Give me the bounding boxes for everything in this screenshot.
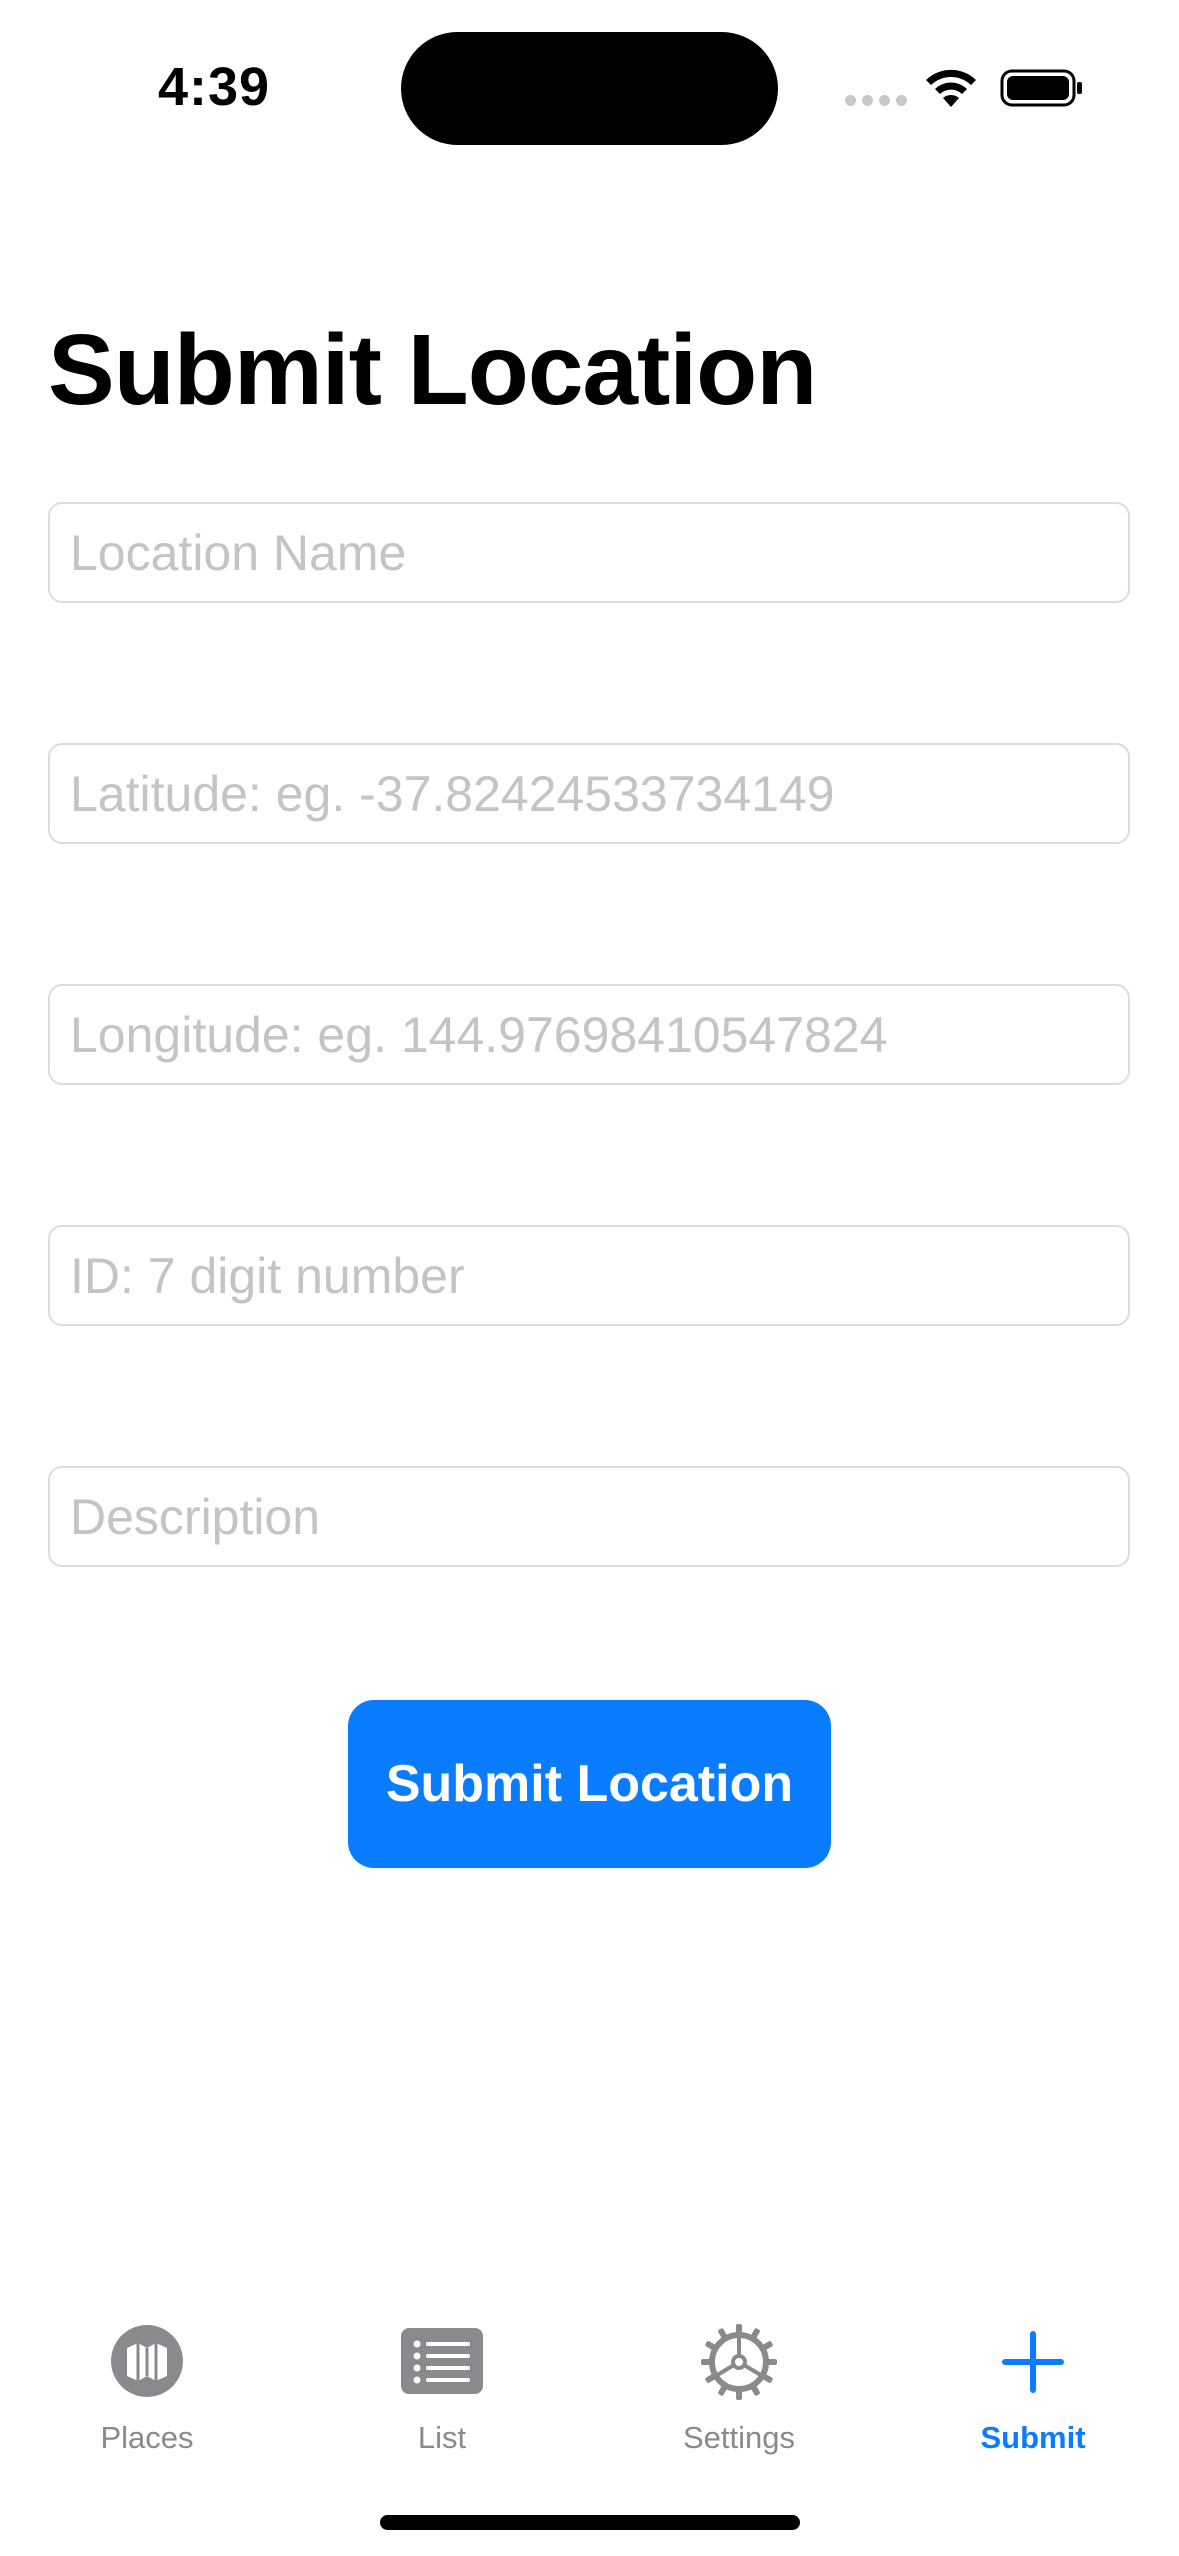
latitude-input[interactable]: [70, 745, 1110, 842]
latitude-field-container: [48, 743, 1130, 844]
id-input[interactable]: [70, 1227, 1110, 1324]
submit-location-button[interactable]: Submit Location: [348, 1700, 831, 1868]
longitude-field-container: [48, 984, 1130, 1085]
longitude-input[interactable]: [70, 986, 1110, 1083]
tab-submit-label: Submit: [980, 2420, 1086, 2455]
plus-icon: [1002, 2331, 1064, 2393]
list-icon: [401, 2328, 483, 2394]
description-field-container: [48, 1466, 1130, 1567]
wifi-icon: [926, 69, 976, 107]
tab-places-label: Places: [100, 2420, 194, 2455]
tab-list[interactable]: List: [322, 2324, 562, 2464]
description-input[interactable]: [70, 1468, 1110, 1565]
status-time: 4:39: [158, 57, 271, 117]
tab-settings-label: Settings: [682, 2420, 795, 2455]
location-name-field-container: [48, 502, 1130, 603]
battery-icon: [1000, 69, 1082, 107]
location-name-input[interactable]: [70, 504, 1110, 601]
page-title: Submit Location: [48, 314, 817, 426]
dynamic-island: [401, 32, 778, 145]
tab-submit[interactable]: Submit: [913, 2324, 1153, 2464]
tab-list-label: List: [417, 2420, 467, 2455]
tab-settings[interactable]: Settings: [619, 2324, 859, 2464]
home-indicator[interactable]: [380, 2515, 800, 2530]
id-field-container: [48, 1225, 1130, 1326]
map-icon: [111, 2325, 183, 2397]
tab-places[interactable]: Places: [27, 2324, 267, 2464]
status-bar: 4:39: [0, 0, 1179, 150]
cellular-signal-icon: [845, 95, 907, 106]
gear-icon: [701, 2324, 777, 2400]
